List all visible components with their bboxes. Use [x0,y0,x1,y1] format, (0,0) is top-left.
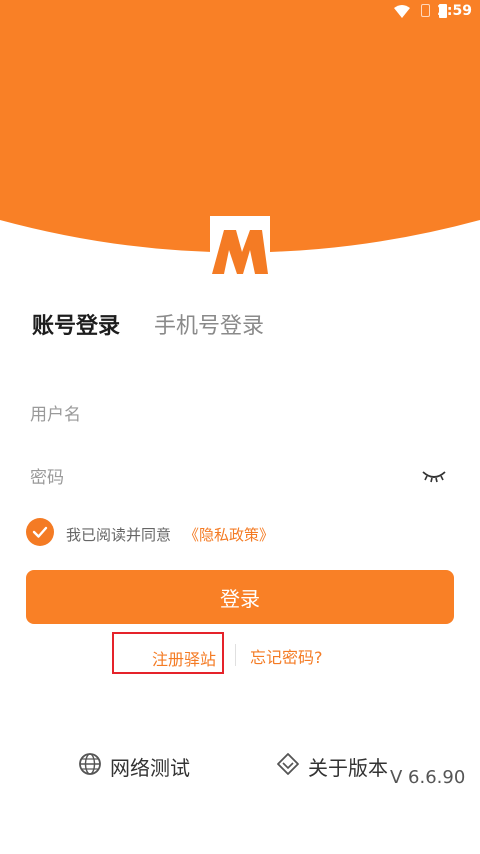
register-station-highlight: 注册驿站 [112,632,224,674]
tab-account-login[interactable]: 账号登录 [32,308,120,340]
password-visibility-icon[interactable] [420,466,448,486]
version-number: V 6.6.90 [390,767,466,788]
login-button[interactable]: 登录 [26,570,454,624]
agree-checkbox[interactable] [26,518,54,546]
checkmark-icon [32,526,48,538]
password-input[interactable] [30,458,410,498]
diamond-icon [277,753,299,775]
link-divider [235,644,236,666]
register-station-link[interactable]: 注册驿站 [152,646,216,670]
network-test-label: 网络测试 [110,756,190,780]
about-version-label: 关于版本 [308,756,388,780]
status-bar: 2:59 [0,0,480,24]
status-time: 2:59 [437,3,472,19]
tab-phone-login[interactable]: 手机号登录 [154,308,264,340]
forgot-password-link[interactable]: 忘记密码? [250,644,323,668]
username-input[interactable] [30,395,450,435]
wifi-icon [394,5,410,18]
privacy-policy-link[interactable]: 《隐私政策》 [184,524,274,545]
globe-icon [79,753,101,775]
app-logo [210,216,270,278]
agree-text: 我已阅读并同意 [66,526,172,544]
no-sim-icon [421,4,430,17]
